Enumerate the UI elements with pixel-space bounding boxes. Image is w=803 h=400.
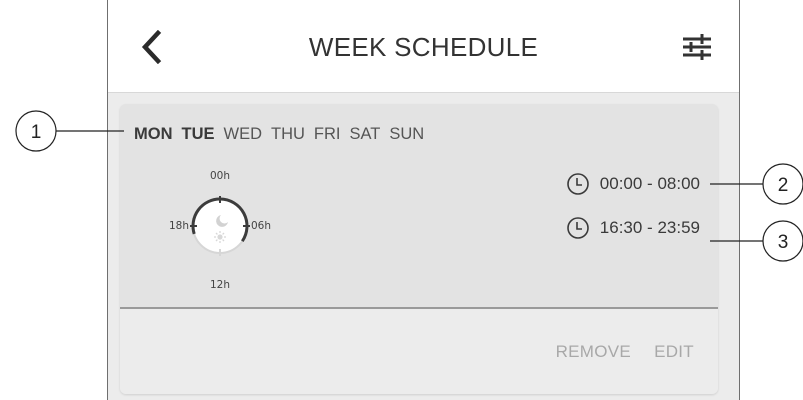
clock-label-00h: 00h [210, 170, 230, 182]
header-bar: WEEK SCHEDULE [108, 0, 739, 93]
page-title: WEEK SCHEDULE [308, 32, 539, 62]
day-wed: WED [223, 125, 263, 143]
period-time-1: 00:00 - 08:00 [599, 174, 700, 193]
sliders-icon [683, 34, 711, 60]
day-thu: THU [271, 125, 305, 143]
clock-label-12h: 12h [210, 279, 230, 291]
callout-2-label: 2 [778, 175, 789, 196]
card-actions: REMOVE EDIT [556, 342, 694, 362]
clock-icon [566, 173, 589, 195]
clock-icon [566, 217, 589, 239]
clock-label-06h: 06h [251, 220, 271, 232]
period-time-2: 16:30 - 23:59 [599, 218, 700, 237]
day-sat: SAT [349, 125, 381, 143]
card-actions-bar: REMOVE EDIT [120, 309, 718, 394]
clock-label-18h: 18h [169, 220, 189, 232]
day-sun: SUN [389, 125, 425, 143]
schedule-card[interactable]: MON TUE WED THU FRI SAT SUN 00h 06h 12h … [120, 104, 718, 394]
schedule-card-body: MON TUE WED THU FRI SAT SUN 00h 06h 12h … [120, 104, 718, 307]
edit-button[interactable]: EDIT [654, 342, 694, 362]
day-fri: FRI [313, 125, 341, 143]
weekday-list: MON TUE WED THU FRI SAT SUN [134, 125, 424, 144]
remove-button[interactable]: REMOVE [556, 342, 631, 362]
callout-3-label: 3 [778, 232, 789, 253]
period-row-2[interactable]: 16:30 - 23:59 [566, 216, 700, 240]
period-row-1[interactable]: 00:00 - 08:00 [566, 172, 700, 196]
settings-button[interactable] [677, 30, 717, 64]
callout-1-label: 1 [31, 122, 42, 143]
day-mon: MON [134, 125, 173, 143]
schedule-clock-dial: 00h 06h 12h 18h [169, 170, 271, 291]
day-tue: TUE [181, 125, 215, 143]
device-screen: WEEK SCHEDULE MON TUE WED THU FRI SAT SU… [107, 0, 740, 400]
